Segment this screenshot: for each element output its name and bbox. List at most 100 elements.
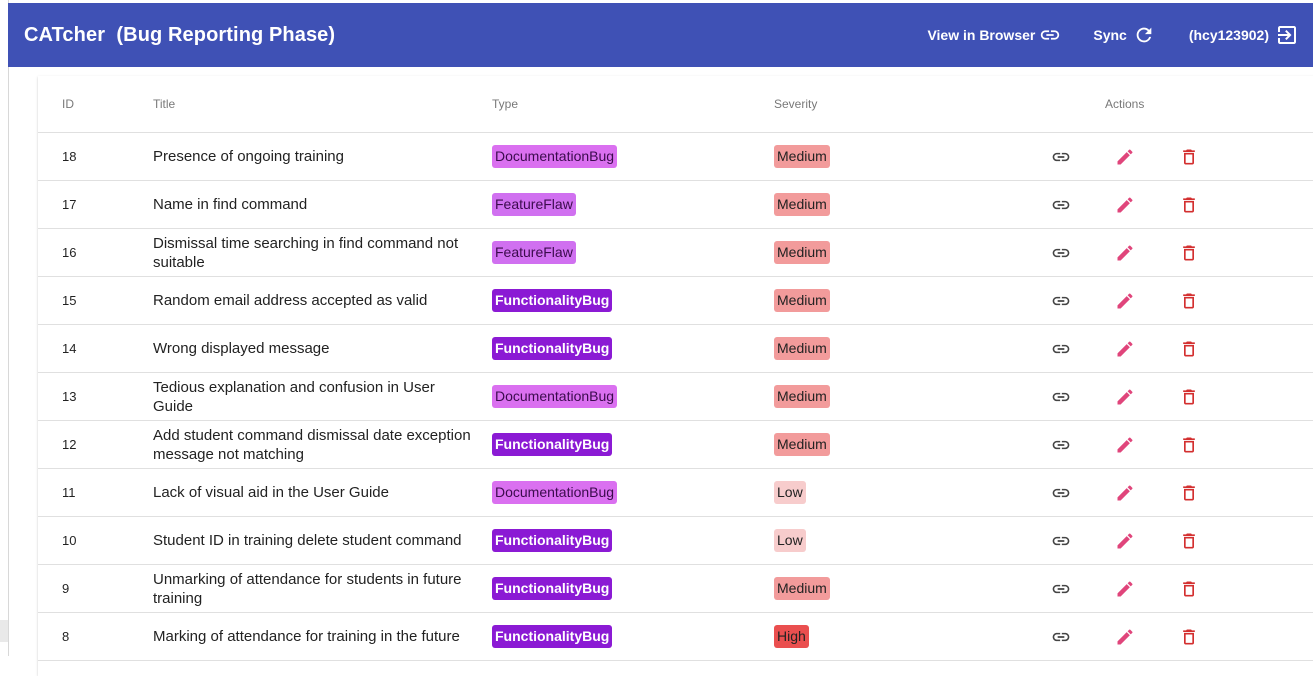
- view-issue-link-button[interactable]: [1049, 517, 1073, 564]
- type-label: FeatureFlaw: [492, 241, 576, 264]
- edit-issue-button[interactable]: [1113, 181, 1137, 228]
- issue-id: 9: [62, 581, 70, 596]
- edit-issue-button[interactable]: [1113, 613, 1137, 660]
- table-row[interactable]: 11 Lack of visual aid in the User Guide …: [38, 469, 1313, 517]
- table-row[interactable]: 18 Presence of ongoing training Document…: [38, 133, 1313, 181]
- pencil-icon: [1115, 435, 1135, 455]
- delete-issue-button[interactable]: [1177, 565, 1201, 612]
- view-issue-link-button[interactable]: [1049, 613, 1073, 660]
- issue-title: Unmarking of attendance for students in …: [153, 570, 462, 607]
- issue-title: Wrong displayed message: [153, 340, 330, 357]
- table-row[interactable]: 15 Random email address accepted as vali…: [38, 277, 1313, 325]
- edit-issue-button[interactable]: [1113, 565, 1137, 612]
- link-icon: [1035, 24, 1061, 46]
- edit-issue-button[interactable]: [1113, 469, 1137, 516]
- pencil-icon: [1115, 483, 1135, 503]
- link-icon: [1051, 387, 1071, 407]
- table-header-row: ID Title Type Severity Actions: [38, 76, 1313, 133]
- pencil-icon: [1115, 147, 1135, 167]
- severity-label: Low: [774, 529, 806, 552]
- type-label: DocumentationBug: [492, 481, 618, 504]
- table-row[interactable]: 14 Wrong displayed message Functionality…: [38, 325, 1313, 373]
- header-id[interactable]: ID: [62, 97, 74, 111]
- pencil-icon: [1115, 339, 1135, 359]
- view-in-browser-button[interactable]: View in Browser: [927, 17, 1061, 53]
- link-icon: [1051, 339, 1071, 359]
- edit-issue-button[interactable]: [1113, 229, 1137, 276]
- header-severity[interactable]: Severity: [774, 97, 817, 111]
- edit-issue-button[interactable]: [1113, 133, 1137, 180]
- issue-id: 14: [62, 341, 77, 356]
- delete-issue-button[interactable]: [1177, 133, 1201, 180]
- issue-id: 15: [62, 293, 77, 308]
- delete-issue-button[interactable]: [1177, 373, 1201, 420]
- table-row[interactable]: 17 Name in find command FeatureFlaw Medi…: [38, 181, 1313, 229]
- pencil-icon: [1115, 195, 1135, 215]
- view-issue-link-button[interactable]: [1049, 229, 1073, 276]
- delete-issue-button[interactable]: [1177, 277, 1201, 324]
- delete-issue-button[interactable]: [1177, 325, 1201, 372]
- pencil-icon: [1115, 531, 1135, 551]
- trash-icon: [1179, 435, 1199, 455]
- delete-issue-button[interactable]: [1177, 517, 1201, 564]
- edit-issue-button[interactable]: [1113, 421, 1137, 468]
- delete-issue-button[interactable]: [1177, 421, 1201, 468]
- issues-table-card: ID Title Type Severity Actions 18 Presen…: [38, 76, 1313, 676]
- view-issue-link-button[interactable]: [1049, 565, 1073, 612]
- table-row[interactable]: 13 Tedious explanation and confusion in …: [38, 373, 1313, 421]
- issue-title: Marking of attendance for training in th…: [153, 628, 460, 645]
- sync-button[interactable]: Sync: [1093, 17, 1154, 53]
- type-label: DocumentationBug: [492, 145, 618, 168]
- type-label: FeatureFlaw: [492, 193, 576, 216]
- pencil-icon: [1115, 627, 1135, 647]
- table-row[interactable]: 8 Marking of attendance for training in …: [38, 613, 1313, 661]
- issue-id: 13: [62, 389, 77, 404]
- view-issue-link-button[interactable]: [1049, 133, 1073, 180]
- severity-label: Medium: [774, 289, 830, 312]
- issue-title: Tedious explanation and confusion in Use…: [153, 378, 435, 415]
- view-issue-link-button[interactable]: [1049, 373, 1073, 420]
- view-issue-link-button[interactable]: [1049, 469, 1073, 516]
- trash-icon: [1179, 579, 1199, 599]
- type-label: FunctionalityBug: [492, 433, 613, 456]
- edit-issue-button[interactable]: [1113, 277, 1137, 324]
- header-title[interactable]: Title: [153, 97, 175, 111]
- delete-issue-button[interactable]: [1177, 229, 1201, 276]
- logout-icon: [1269, 23, 1299, 47]
- table-row[interactable]: 10 Student ID in training delete student…: [38, 517, 1313, 565]
- trash-icon: [1179, 531, 1199, 551]
- view-issue-link-button[interactable]: [1049, 421, 1073, 468]
- view-issue-link-button[interactable]: [1049, 181, 1073, 228]
- severity-label: Medium: [774, 193, 830, 216]
- severity-label: High: [774, 625, 809, 648]
- pencil-icon: [1115, 291, 1135, 311]
- sidebar-stub: [0, 620, 8, 642]
- issue-id: 12: [62, 437, 77, 452]
- edit-issue-button[interactable]: [1113, 373, 1137, 420]
- header-type[interactable]: Type: [492, 97, 518, 111]
- issue-title: Lack of visual aid in the User Guide: [153, 484, 389, 501]
- table-row[interactable]: 16 Dismissal time searching in find comm…: [38, 229, 1313, 277]
- link-icon: [1051, 483, 1071, 503]
- pencil-icon: [1115, 387, 1135, 407]
- link-icon: [1051, 627, 1071, 647]
- table-row[interactable]: 12 Add student command dismissal date ex…: [38, 421, 1313, 469]
- type-label: DocumentationBug: [492, 385, 618, 408]
- header-actions: Actions: [1105, 97, 1145, 111]
- delete-issue-button[interactable]: [1177, 181, 1201, 228]
- view-issue-link-button[interactable]: [1049, 325, 1073, 372]
- edit-issue-button[interactable]: [1113, 517, 1137, 564]
- table-row[interactable]: 9 Unmarking of attendance for students i…: [38, 565, 1313, 613]
- link-icon: [1051, 147, 1071, 167]
- view-issue-link-button[interactable]: [1049, 277, 1073, 324]
- type-label: FunctionalityBug: [492, 529, 613, 552]
- issue-id: 10: [62, 533, 77, 548]
- app-title: CATcher (Bug Reporting Phase): [24, 23, 336, 46]
- delete-issue-button[interactable]: [1177, 469, 1201, 516]
- logout-button[interactable]: (hcy123902): [1189, 17, 1299, 53]
- severity-label: Medium: [774, 577, 830, 600]
- link-icon: [1051, 195, 1071, 215]
- table-body: 18 Presence of ongoing training Document…: [38, 133, 1313, 661]
- edit-issue-button[interactable]: [1113, 325, 1137, 372]
- delete-issue-button[interactable]: [1177, 613, 1201, 660]
